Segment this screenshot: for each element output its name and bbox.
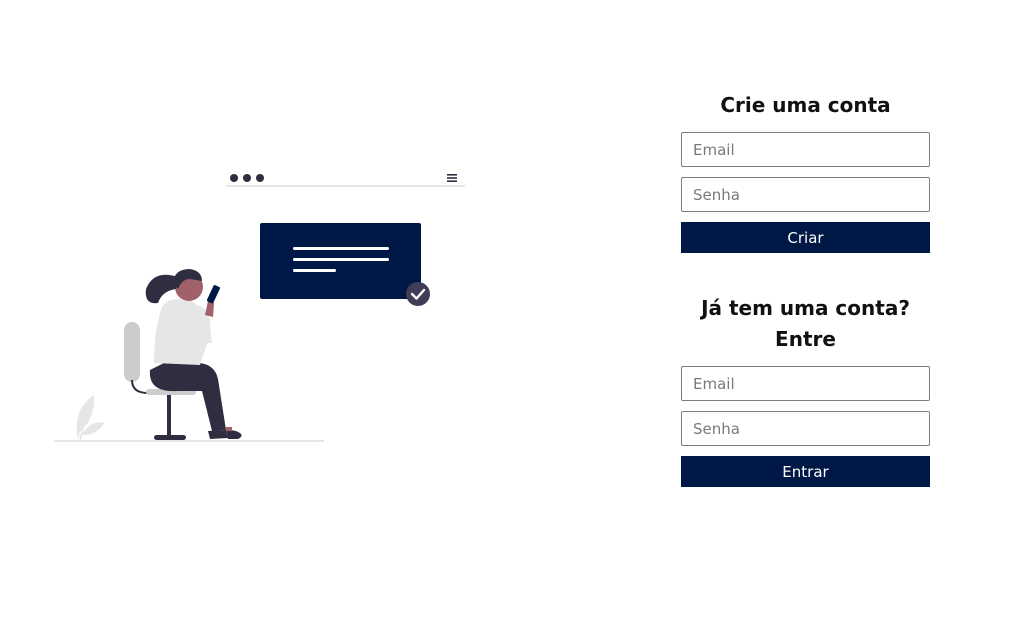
check-circle-icon (406, 282, 430, 306)
browser-dots-icon (230, 174, 264, 182)
hamburger-menu-icon (447, 174, 457, 182)
signup-password-input[interactable] (681, 177, 930, 212)
message-card (260, 223, 421, 299)
person-with-phone-illustration (54, 174, 465, 442)
login-password-input[interactable] (681, 411, 930, 446)
signup-button[interactable]: Criar (681, 222, 930, 253)
signup-email-input[interactable] (681, 132, 930, 167)
auth-forms: Crie uma conta Criar Já tem uma conta? E… (681, 90, 930, 487)
woman-on-chair (145, 269, 242, 439)
signup-title: Crie uma conta (720, 93, 891, 117)
login-button[interactable]: Entrar (681, 456, 930, 487)
login-title: Já tem uma conta? Entre (701, 296, 910, 351)
auth-page: Crie uma conta Criar Já tem uma conta? E… (0, 0, 1023, 619)
login-email-input[interactable] (681, 366, 930, 401)
plant-leaf-icon (76, 395, 104, 441)
